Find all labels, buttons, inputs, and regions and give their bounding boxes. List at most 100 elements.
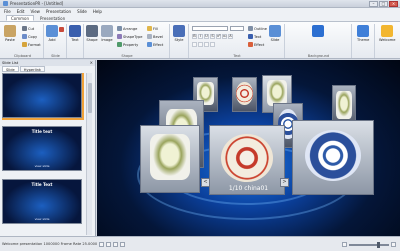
slide-group: Add Slide (45, 24, 67, 58)
title-bar: PresentationPR - [Untitled] – □ × (0, 0, 400, 8)
shape-label: Shape (86, 38, 98, 42)
window-controls: – □ × (369, 1, 398, 7)
add-slide-button[interactable]: Add (46, 25, 58, 42)
slide-list-header: Slide List × (0, 60, 95, 66)
slide-canvas[interactable]: < > 1/10 china01 (97, 60, 400, 236)
zoom-control[interactable] (342, 241, 396, 248)
paste-button[interactable]: Paste (4, 25, 16, 42)
font-family-select[interactable] (192, 26, 228, 31)
gallery-card[interactable] (292, 120, 374, 195)
minimize-button[interactable]: – (369, 1, 378, 7)
image-label: Image (101, 38, 113, 42)
play-icon[interactable] (99, 241, 105, 247)
effect-button[interactable]: Effect (147, 42, 163, 47)
menu-edit[interactable]: Edit (17, 9, 25, 14)
text-button[interactable]: Text (69, 25, 81, 42)
property-button[interactable]: Property (117, 42, 138, 47)
justify-icon[interactable] (210, 42, 215, 47)
delete-icon (59, 27, 64, 32)
plate-image (236, 81, 253, 106)
text-fill-button[interactable]: Text (248, 34, 261, 39)
stop-icon[interactable] (106, 241, 112, 247)
fill-icon (147, 26, 152, 31)
plate-image (221, 134, 273, 182)
cut-label: Cut (28, 26, 35, 31)
slide-list-tabs: Slide Hyperlink (0, 66, 95, 72)
paste-label: Paste (5, 38, 15, 42)
italic-button[interactable]: I (198, 34, 203, 39)
zoom-out-icon[interactable] (342, 242, 347, 247)
text-effect-button[interactable]: Effect (248, 42, 264, 47)
slide-thumbnail-3[interactable]: Title Text view slide (2, 179, 82, 224)
align-center-icon[interactable] (198, 42, 203, 47)
scrollbar-thumb[interactable] (88, 83, 92, 113)
menu-view[interactable]: View (30, 9, 40, 14)
style-group: Style (171, 24, 189, 58)
gallery-card[interactable] (140, 125, 200, 193)
add-slide-label: Add (48, 38, 56, 42)
brush-icon (22, 42, 27, 47)
text-group: Text (68, 24, 84, 58)
bevel-button[interactable]: Bevel (147, 34, 163, 39)
welcome-button[interactable]: Welcome (379, 25, 395, 42)
shape-button[interactable]: Shape (86, 25, 98, 42)
theme-label: Theme (357, 38, 370, 42)
maximize-button[interactable]: □ (379, 1, 388, 7)
align-right-icon[interactable] (204, 42, 209, 47)
last-slide-icon[interactable] (120, 241, 126, 247)
slide-thumbnail-2[interactable]: Title text view slide (2, 126, 82, 171)
bold-button[interactable]: B (192, 34, 197, 39)
superscript-button[interactable]: x² (216, 34, 221, 39)
first-slide-icon[interactable] (113, 241, 119, 247)
underline-button[interactable]: U (204, 34, 209, 39)
star-icon (381, 25, 394, 37)
format-painter-button[interactable]: Format (22, 42, 41, 47)
zoom-in-icon[interactable] (391, 242, 396, 247)
fill-button[interactable]: Fill (147, 26, 158, 31)
slide-group-label: Slide (51, 54, 60, 58)
text-icon (69, 25, 81, 37)
font-color-button[interactable]: A (228, 34, 233, 39)
gallery-card[interactable] (232, 77, 257, 112)
cut-button[interactable]: Cut (22, 26, 34, 31)
slide-thumbnail-1[interactable] (2, 73, 84, 120)
slide-style-button[interactable]: Slide (269, 25, 281, 42)
copy-button[interactable]: Copy (22, 34, 37, 39)
close-button[interactable]: × (389, 1, 398, 7)
menu-presentation[interactable]: Presentation (46, 9, 71, 14)
tab-hyperlink[interactable]: Hyperlink (19, 66, 45, 72)
image-icon (101, 25, 113, 37)
arrange-icon (117, 26, 122, 31)
effect-icon (147, 42, 152, 47)
outline-icon (248, 26, 253, 31)
effect-label: Effect (153, 42, 164, 47)
background-button[interactable] (312, 25, 324, 37)
arrange-button[interactable]: Arrange (117, 26, 137, 31)
style-button[interactable]: Style (173, 25, 185, 42)
delete-slide-button[interactable] (59, 27, 64, 32)
menu-file[interactable]: File (4, 9, 11, 14)
close-icon[interactable]: × (90, 60, 93, 66)
font-size-select[interactable] (230, 26, 244, 31)
text-fill-label: Text (254, 34, 262, 39)
shape-type-button[interactable]: ShapeType (117, 34, 143, 39)
theme-button[interactable]: Theme (357, 25, 369, 42)
style-icon (173, 25, 185, 37)
subscript-button[interactable]: x₂ (222, 34, 227, 39)
vase-image (149, 133, 191, 181)
strike-button[interactable]: S (210, 34, 215, 39)
background-group-label: Background (307, 54, 330, 58)
menu-help[interactable]: Help (93, 9, 102, 14)
fill-label: Fill (153, 26, 158, 31)
zoom-slider-knob[interactable] (376, 241, 380, 248)
outline-button[interactable]: Outline (248, 26, 267, 31)
clipboard-group: Paste Cut Copy Format Clipboard (2, 24, 44, 58)
zoom-slider[interactable] (349, 241, 389, 248)
tab-slide[interactable]: Slide (2, 66, 19, 72)
welcome-label: Welcome (379, 38, 396, 42)
slide-list-scrollbar[interactable] (86, 73, 92, 235)
align-left-icon[interactable] (192, 42, 197, 47)
vase-image (336, 90, 352, 119)
image-button[interactable]: Image (101, 25, 113, 42)
menu-slide[interactable]: Slide (77, 9, 87, 14)
